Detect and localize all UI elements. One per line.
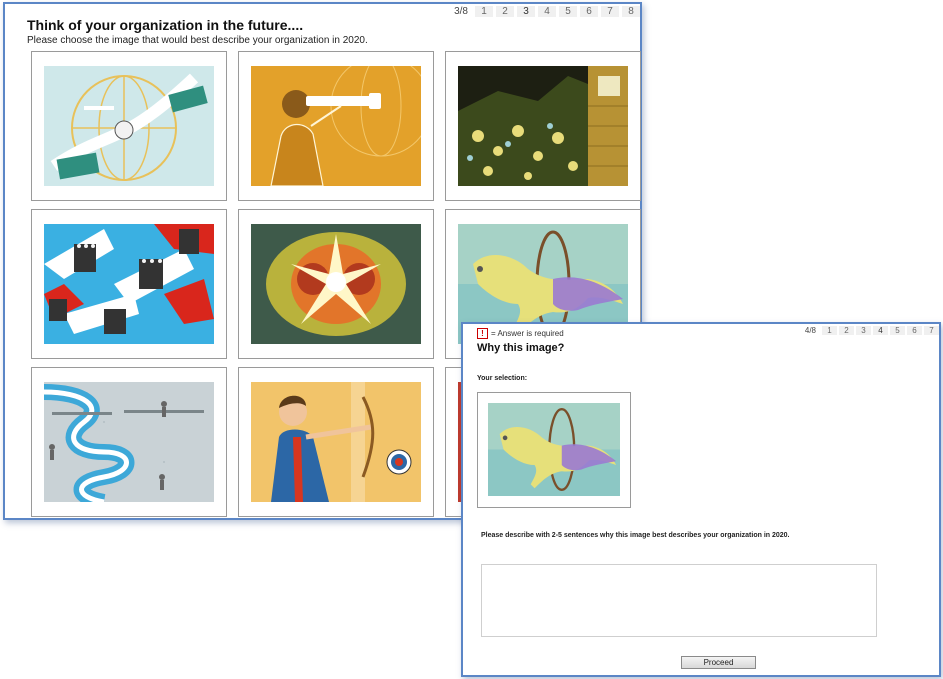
- page-title: Why this image?: [477, 342, 565, 354]
- selected-image: [477, 392, 631, 508]
- selection-label: Your selection:: [477, 375, 528, 382]
- image-option-1[interactable]: [31, 51, 227, 201]
- page-step-3[interactable]: 3: [517, 6, 535, 17]
- head-explosion-image: [251, 224, 421, 344]
- answer-textarea[interactable]: [481, 564, 877, 637]
- why-image-screen: 4/8 1 2 3 4 5 6 7 ! = Answer is required…: [461, 322, 941, 677]
- page-step-3[interactable]: 3: [856, 326, 871, 335]
- crowd-arrows-image: [44, 224, 214, 344]
- required-note: ! = Answer is required: [477, 328, 564, 339]
- page-step-6[interactable]: 6: [907, 326, 922, 335]
- page-step-7[interactable]: 7: [601, 6, 619, 17]
- page-step-6[interactable]: 6: [580, 6, 598, 17]
- page-counter: 3/8: [454, 6, 468, 17]
- required-marker-icon: !: [477, 328, 488, 339]
- image-option-2[interactable]: [238, 51, 434, 201]
- page-step-2[interactable]: 2: [839, 326, 854, 335]
- page-step-1[interactable]: 1: [822, 326, 837, 335]
- stock-exchange-image: [458, 66, 628, 186]
- page-step-1[interactable]: 1: [475, 6, 493, 17]
- page-title: Think of your organization in the future…: [27, 17, 304, 33]
- image-option-4[interactable]: [31, 209, 227, 359]
- page-navigator: 3/8 1 2 3 4 5 6 7 8: [454, 6, 640, 17]
- proceed-button[interactable]: Proceed: [681, 656, 756, 669]
- page-step-7[interactable]: 7: [924, 326, 939, 335]
- image-option-7[interactable]: [31, 367, 227, 517]
- horse-hoop-image: [488, 403, 620, 496]
- image-option-3[interactable]: [445, 51, 641, 201]
- page-step-4[interactable]: 4: [538, 6, 556, 17]
- page-step-5[interactable]: 5: [890, 326, 905, 335]
- winding-road-image: [44, 382, 214, 502]
- page-step-2[interactable]: 2: [496, 6, 514, 17]
- page-step-4[interactable]: 4: [873, 326, 888, 335]
- globe-handshake-image: [44, 66, 214, 186]
- required-note-text: = Answer is required: [491, 329, 564, 338]
- image-option-8[interactable]: [238, 367, 434, 517]
- question-prompt: Please describe with 2-5 sentences why t…: [481, 532, 790, 539]
- page-navigator: 4/8 1 2 3 4 5 6 7: [805, 326, 939, 335]
- page-step-8[interactable]: 8: [622, 6, 640, 17]
- page-step-5[interactable]: 5: [559, 6, 577, 17]
- telescope-businessman-image: [251, 66, 421, 186]
- page-counter: 4/8: [804, 326, 816, 335]
- archer-target-image: [251, 382, 421, 502]
- image-option-5[interactable]: [238, 209, 434, 359]
- page-subtitle: Please choose the image that would best …: [27, 35, 368, 46]
